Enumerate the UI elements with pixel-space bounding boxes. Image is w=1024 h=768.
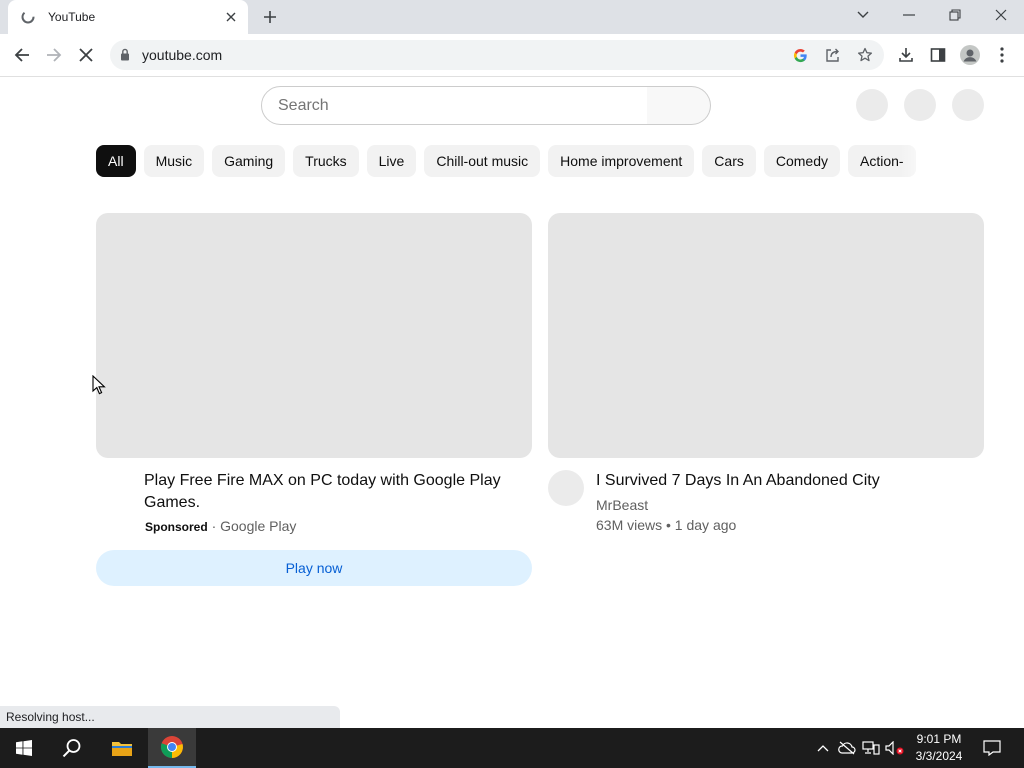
google-lens-icon[interactable] — [790, 45, 810, 65]
tab-title: YouTube — [48, 10, 96, 24]
volume-muted-icon[interactable] — [884, 728, 906, 768]
chip-comedy[interactable]: Comedy — [763, 145, 840, 177]
clock-time: 9:01 PM — [916, 732, 962, 746]
chrome-taskbar-icon[interactable] — [148, 728, 196, 768]
youtube-page: Search All Music Gaming Trucks Live Chill-out… — [0, 78, 1024, 728]
back-button[interactable] — [8, 41, 36, 69]
menu-kebab-icon[interactable] — [988, 41, 1016, 69]
ad-thumbnail[interactable] — [96, 213, 532, 458]
loading-favicon-icon — [20, 9, 36, 25]
chip-home-improvement[interactable]: Home improvement — [548, 145, 695, 177]
download-icon[interactable] — [892, 41, 920, 69]
tab-youtube[interactable]: YouTube — [8, 0, 248, 34]
browser-toolbar: youtube.com — [0, 34, 1024, 77]
mouse-cursor-icon — [92, 375, 106, 395]
minimize-button[interactable] — [886, 0, 932, 30]
video-stats: 63M views • 1 day ago — [596, 517, 737, 533]
advertiser-name[interactable]: Google Play — [220, 518, 296, 534]
onedrive-offline-icon[interactable] — [836, 728, 858, 768]
filter-chips: All Music Gaming Trucks Live Chill-out music H… — [96, 145, 944, 177]
placeholder-icon-notifications[interactable] — [904, 89, 936, 121]
sponsored-label: Sponsored — [145, 520, 208, 534]
tab-search-button[interactable] — [840, 0, 886, 30]
chips-fade — [900, 145, 950, 177]
file-explorer-icon[interactable] — [98, 728, 146, 768]
show-hidden-icons-icon[interactable] — [812, 728, 834, 768]
share-icon[interactable] — [823, 45, 843, 65]
bookmark-star-icon[interactable] — [855, 45, 875, 65]
windows-start-icon[interactable] — [0, 728, 48, 768]
address-bar[interactable]: youtube.com — [110, 40, 884, 70]
screen: YouTube youtube.com Search All Music Gam… — [0, 0, 1024, 768]
chip-chill-out-music[interactable]: Chill-out music — [424, 145, 541, 177]
status-bubble: Resolving host... — [0, 706, 340, 728]
placeholder-icon-account[interactable] — [952, 89, 984, 121]
lock-icon[interactable] — [120, 48, 130, 66]
ad-meta: Sponsored · Google Play — [145, 518, 296, 534]
placeholder-icon-create[interactable] — [856, 89, 888, 121]
chip-all[interactable]: All — [96, 145, 136, 177]
forward-button[interactable] — [40, 41, 68, 69]
side-panel-icon[interactable] — [924, 41, 952, 69]
taskbar: 9:01 PM 3/3/2024 — [0, 728, 1024, 768]
ad-title[interactable]: Play Free Fire MAX on PC today with Goog… — [144, 470, 524, 514]
chip-music[interactable]: Music — [143, 145, 205, 177]
channel-name[interactable]: MrBeast — [596, 497, 648, 513]
stop-loading-button[interactable] — [72, 41, 100, 69]
channel-avatar[interactable] — [548, 470, 584, 506]
play-now-button[interactable]: Play now — [96, 550, 532, 586]
clock-date: 3/3/2024 — [915, 749, 963, 763]
chip-trucks[interactable]: Trucks — [293, 145, 359, 177]
video-thumbnail[interactable] — [548, 213, 984, 458]
tab-strip: YouTube — [0, 0, 1024, 34]
restore-button[interactable] — [932, 0, 978, 30]
tab-close-icon[interactable] — [222, 8, 240, 26]
search-input[interactable]: Search — [261, 86, 648, 125]
search-icon[interactable] — [48, 728, 96, 768]
chip-live[interactable]: Live — [366, 145, 417, 177]
video-title[interactable]: I Survived 7 Days In An Abandoned City — [596, 470, 976, 492]
notifications-icon[interactable] — [978, 728, 1006, 768]
new-tab-button[interactable] — [258, 6, 282, 28]
search-button[interactable] — [647, 86, 711, 125]
chip-gaming[interactable]: Gaming — [212, 145, 286, 177]
close-window-button[interactable] — [978, 0, 1024, 30]
url-text[interactable]: youtube.com — [142, 47, 222, 63]
chip-cars[interactable]: Cars — [702, 145, 756, 177]
network-icon[interactable] — [860, 728, 882, 768]
profile-avatar-icon[interactable] — [956, 41, 984, 69]
meta-separator: · — [211, 518, 217, 534]
system-clock[interactable]: 9:01 PM 3/3/2024 — [904, 731, 974, 765]
